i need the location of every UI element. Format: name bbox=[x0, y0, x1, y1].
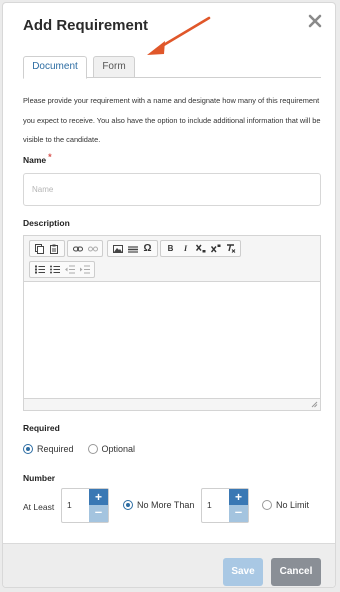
radio-optional[interactable] bbox=[87, 444, 98, 454]
decrease-indent-icon[interactable] bbox=[62, 263, 77, 276]
resize-handle-icon[interactable] bbox=[311, 401, 318, 408]
requirement-type-tabs: Document Form bbox=[23, 56, 321, 79]
modal-title: Add Requirement bbox=[23, 17, 149, 34]
copy-icon[interactable] bbox=[32, 242, 47, 255]
required-marker: * bbox=[48, 152, 52, 162]
no-limit-label[interactable]: No Limit bbox=[276, 500, 309, 510]
tab-form[interactable]: Form bbox=[93, 56, 135, 78]
editor-toolbar: Ω B I bbox=[24, 236, 320, 282]
no-limit-option: No Limit bbox=[262, 500, 309, 510]
link-icon[interactable] bbox=[70, 242, 85, 255]
radio-no-more-than[interactable] bbox=[123, 500, 133, 510]
add-requirement-modal: Add Requirement Document Form Please pro… bbox=[2, 2, 336, 588]
bulleted-list-icon[interactable] bbox=[47, 263, 62, 276]
unlink-icon[interactable] bbox=[85, 242, 100, 255]
bold-icon[interactable]: B bbox=[163, 242, 178, 255]
subscript-icon[interactable] bbox=[193, 242, 208, 255]
toolbar-group-insert: Ω bbox=[107, 240, 158, 257]
required-label: Required bbox=[23, 423, 60, 433]
annotation-arrow-icon bbox=[147, 16, 211, 55]
horizontal-line-icon[interactable] bbox=[125, 242, 140, 255]
remove-format-icon[interactable] bbox=[223, 242, 238, 255]
no-more-than-value[interactable]: 1 bbox=[207, 500, 212, 510]
close-icon[interactable] bbox=[307, 13, 323, 29]
description-editor: Ω B I bbox=[23, 235, 321, 411]
save-button[interactable]: Save bbox=[223, 558, 263, 586]
no-more-than-label[interactable]: No More Than bbox=[137, 500, 194, 510]
editor-status-bar bbox=[24, 398, 320, 410]
cancel-button[interactable]: Cancel bbox=[271, 558, 321, 586]
radio-optional-label[interactable]: Optional bbox=[102, 444, 136, 454]
toolbar-group-clipboard bbox=[29, 240, 65, 257]
at-least-value[interactable]: 1 bbox=[67, 500, 72, 510]
name-label-text: Name bbox=[23, 155, 47, 165]
superscript-icon[interactable] bbox=[208, 242, 223, 255]
no-more-than-stepper: 1 + – bbox=[201, 488, 249, 523]
description-text-area[interactable] bbox=[24, 282, 320, 398]
at-least-label: At Least bbox=[23, 502, 55, 512]
image-icon[interactable] bbox=[110, 242, 125, 255]
special-char-icon[interactable]: Ω bbox=[140, 242, 155, 255]
paste-icon[interactable] bbox=[47, 242, 62, 255]
toolbar-group-lists bbox=[29, 261, 95, 278]
increase-indent-icon[interactable] bbox=[77, 263, 92, 276]
no-more-than-decrement-button[interactable]: – bbox=[229, 505, 248, 522]
tab-document[interactable]: Document bbox=[23, 56, 87, 79]
radio-no-limit[interactable] bbox=[262, 500, 272, 510]
at-least-stepper: 1 + – bbox=[61, 488, 109, 523]
modal-footer: Save Cancel bbox=[3, 543, 335, 587]
intro-text: Please provide your requirement with a n… bbox=[23, 96, 321, 144]
required-options: Required Optional bbox=[23, 444, 149, 454]
radio-required-label[interactable]: Required bbox=[37, 444, 74, 454]
at-least-decrement-button[interactable]: – bbox=[89, 505, 108, 522]
italic-icon[interactable]: I bbox=[178, 242, 193, 255]
description-label: Description bbox=[23, 218, 70, 228]
name-input[interactable] bbox=[23, 173, 321, 206]
toolbar-group-links bbox=[67, 240, 103, 257]
name-label: Name * bbox=[23, 152, 52, 165]
no-more-than-option: No More Than bbox=[123, 500, 194, 510]
numbered-list-icon[interactable] bbox=[32, 263, 47, 276]
toolbar-group-format: B I bbox=[160, 240, 241, 257]
number-label: Number bbox=[23, 473, 56, 483]
radio-required[interactable] bbox=[23, 444, 33, 454]
